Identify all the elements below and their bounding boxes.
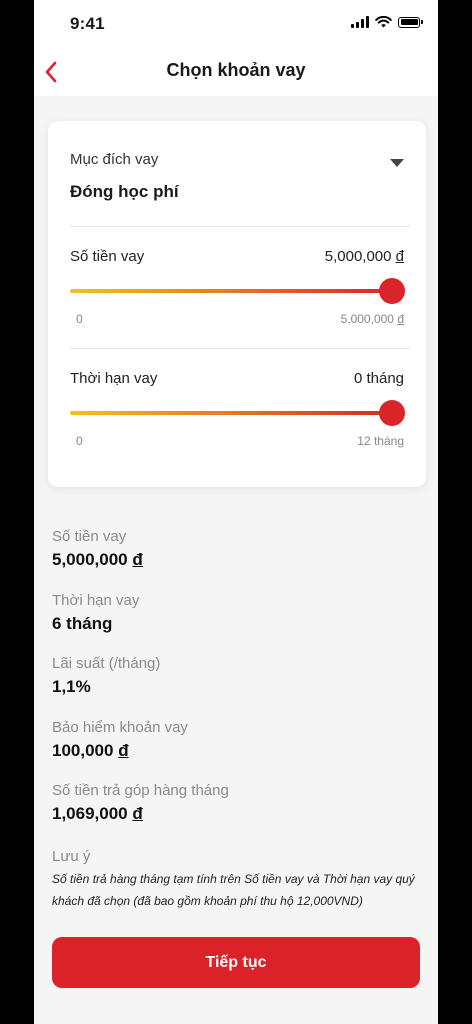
app-screen: 9:41 Chọn khoản vay Mục đích vay Đóng họ… — [34, 0, 438, 1024]
status-bar: 9:41 — [34, 0, 438, 48]
term-slider-value: 0 tháng — [353, 370, 404, 387]
term-slider-title: Thời hạn vay — [70, 370, 158, 387]
page-title: Chọn khoản vay — [166, 60, 306, 80]
summary-value: 100,000 đ — [52, 741, 129, 760]
amount-slider-value: 5,000,000 đ — [324, 248, 404, 265]
term-max-label: 12 tháng — [357, 434, 404, 448]
amount-slider-handle[interactable] — [379, 278, 405, 304]
summary-item: Lãi suất (/tháng) 1,1% — [52, 655, 160, 697]
term-slider-section: Thời hạn vay 0 tháng 0 12 tháng — [48, 370, 426, 470]
term-slider[interactable] — [70, 400, 405, 426]
summary-item: Số tiền trả góp hàng tháng 1,069,000 đ — [52, 782, 229, 824]
summary-item: Bảo hiểm khoản vay 100,000 đ — [52, 719, 188, 761]
summary-item: Số tiền vay 5,000,000 đ — [52, 528, 143, 570]
amount-slider[interactable] — [70, 278, 405, 304]
summary-value: 6 tháng — [52, 614, 113, 633]
summary-value: 1,069,000 đ — [52, 804, 143, 823]
battery-icon — [398, 16, 423, 28]
note-text: Số tiền trả hàng tháng tạm tính trên Số … — [52, 872, 415, 908]
caret-down-icon — [390, 159, 404, 167]
purpose-value: Đóng học phí — [70, 182, 179, 201]
note-title: Lưu ý — [52, 848, 91, 865]
summary-label: Lãi suất (/tháng) — [52, 655, 161, 672]
loan-purpose-dropdown[interactable]: Mục đích vay Đóng học phí — [48, 121, 426, 225]
header: Chọn khoản vay — [34, 48, 438, 96]
wifi-icon — [375, 16, 392, 28]
status-icons — [351, 16, 423, 28]
summary-label: Bảo hiểm khoản vay — [52, 719, 188, 736]
loan-options-card: Mục đích vay Đóng học phí Số tiền vay 5,… — [48, 121, 426, 487]
divider — [70, 348, 410, 349]
continue-button[interactable]: Tiếp tục — [52, 937, 420, 988]
summary-label: Số tiền vay — [52, 528, 127, 545]
summary-value: 5,000,000 đ — [52, 550, 143, 569]
summary-item: Thời hạn vay 6 tháng — [52, 592, 139, 634]
signal-icon — [351, 16, 369, 28]
amount-slider-title: Số tiền vay — [70, 248, 145, 265]
amount-min-label: 0 — [76, 312, 83, 326]
amount-slider-section: Số tiền vay 5,000,000 đ 0 5,000,000 đ — [48, 248, 426, 348]
purpose-label: Mục đích vay — [70, 151, 159, 168]
term-min-label: 0 — [76, 434, 83, 448]
amount-max-label: 5,000,000 đ — [340, 312, 404, 326]
divider — [70, 226, 410, 227]
term-slider-handle[interactable] — [379, 400, 405, 426]
summary-value: 1,1% — [52, 677, 91, 696]
summary-label: Số tiền trả góp hàng tháng — [52, 782, 229, 799]
summary-label: Thời hạn vay — [52, 592, 140, 609]
status-time: 9:41 — [70, 14, 105, 33]
